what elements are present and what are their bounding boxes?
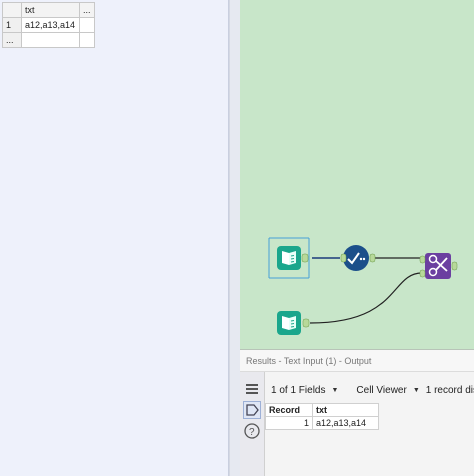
list-icon (246, 384, 258, 394)
data-view-button[interactable] (243, 401, 261, 419)
text-input-tool-1[interactable] (268, 237, 310, 279)
grid-row[interactable]: ... (2, 32, 95, 48)
chevron-down-icon[interactable]: ▼ (331, 387, 338, 394)
results-sidebar: ? (240, 372, 265, 476)
text-input-icon (282, 316, 296, 330)
append-tool[interactable] (419, 253, 458, 279)
workflow-canvas[interactable] (240, 0, 474, 350)
results-toolbar: 1 of 1 Fields ▼ Cell Viewer ▼ 1 record d… (265, 379, 474, 401)
configuration-panel: txt ... 1 a12,a13,a14 ... (0, 0, 229, 476)
tag-icon (246, 404, 259, 416)
grid-row-number: ... (2, 32, 22, 48)
text-input-icon (282, 251, 296, 265)
txt-cell[interactable]: a12,a13,a14 (312, 416, 379, 430)
grid-cell[interactable] (21, 32, 80, 48)
column-header-record[interactable]: Record (265, 403, 313, 417)
help-icon: ? (244, 423, 260, 439)
cell-viewer-selector[interactable]: Cell Viewer (356, 385, 406, 396)
grid-more-columns[interactable]: ... (79, 2, 95, 18)
table-row[interactable]: 1 a12,a13,a14 (265, 416, 379, 430)
chevron-down-icon[interactable]: ▼ (413, 387, 420, 394)
output-anchor-icon (301, 253, 309, 263)
workflow-diagram (268, 237, 458, 335)
grid-cell-empty[interactable] (79, 32, 95, 48)
column-header-txt[interactable]: txt (312, 403, 379, 417)
grid-cell[interactable]: a12,a13,a14 (21, 17, 80, 33)
grid-row[interactable]: 1 a12,a13,a14 (2, 17, 95, 33)
metadata-button[interactable] (243, 380, 261, 398)
connection-curve (309, 272, 423, 324)
fields-selector[interactable]: 1 of 1 Fields (271, 385, 325, 396)
results-panel: Results - Text Input (1) - Output ? 1 of… (240, 350, 474, 476)
text-to-columns-icon (425, 253, 451, 279)
text-input-tool-2[interactable] (277, 311, 310, 335)
select-tool[interactable] (340, 245, 376, 271)
results-title: Results - Text Input (1) - Output (240, 350, 474, 372)
text-input-grid[interactable]: txt ... 1 a12,a13,a14 ... (2, 2, 95, 48)
output-anchor-icon (302, 318, 310, 328)
grid-row-number: 1 (2, 17, 22, 33)
results-header-row: Record txt (265, 403, 379, 417)
record-number: 1 (265, 416, 313, 430)
help-button[interactable]: ? (243, 422, 261, 440)
svg-text:?: ? (249, 427, 255, 438)
results-table[interactable]: Record txt 1 a12,a13,a14 (265, 403, 379, 430)
grid-cell-empty[interactable] (79, 17, 95, 33)
grid-column-header[interactable]: txt (21, 2, 80, 18)
grid-corner (2, 2, 22, 18)
records-count: 1 record disp (425, 384, 474, 396)
